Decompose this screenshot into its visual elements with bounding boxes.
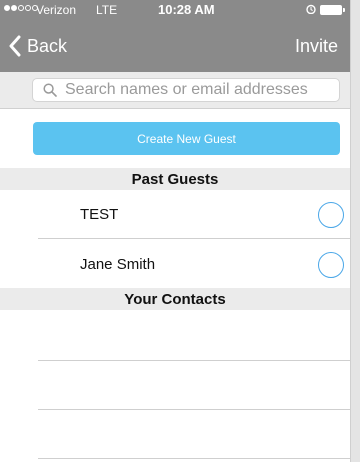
network-type-label: LTE xyxy=(96,3,118,17)
back-label: Back xyxy=(27,35,68,56)
divider xyxy=(38,458,350,459)
divider xyxy=(38,238,350,239)
section-header-past-guests: Past Guests xyxy=(0,168,350,190)
section-header-your-contacts: Your Contacts xyxy=(0,288,350,310)
select-circle-icon[interactable] xyxy=(318,202,344,228)
scroll-edge xyxy=(350,0,360,462)
battery-icon xyxy=(320,5,345,15)
divider xyxy=(38,409,350,410)
create-new-guest-button[interactable]: Create New Guest xyxy=(33,122,340,155)
alarm-icon xyxy=(306,4,316,14)
screen: Verizon LTE 10:28 AM Back Invite Create … xyxy=(0,0,350,462)
divider xyxy=(38,360,350,361)
signal-strength-icon xyxy=(4,5,38,15)
empty-list-row xyxy=(0,310,350,360)
search-icon xyxy=(43,83,57,97)
search-input[interactable] xyxy=(65,81,335,99)
search-field[interactable] xyxy=(32,78,340,102)
search-bar xyxy=(0,72,350,109)
select-circle-icon[interactable] xyxy=(318,252,344,278)
guest-name: TEST xyxy=(80,206,119,223)
carrier-label: Verizon xyxy=(36,3,77,17)
invite-button[interactable]: Invite xyxy=(295,36,338,57)
guest-name: Jane Smith xyxy=(80,256,156,273)
chevron-left-icon xyxy=(9,35,21,57)
list-item[interactable]: TEST xyxy=(0,190,350,238)
clock: 10:28 AM xyxy=(158,2,215,17)
navigation-bar: Back Invite xyxy=(0,20,350,72)
status-bar: Verizon LTE 10:28 AM xyxy=(0,0,350,20)
list-item[interactable]: Jane Smith xyxy=(0,240,350,288)
back-button[interactable]: Back xyxy=(8,34,67,58)
